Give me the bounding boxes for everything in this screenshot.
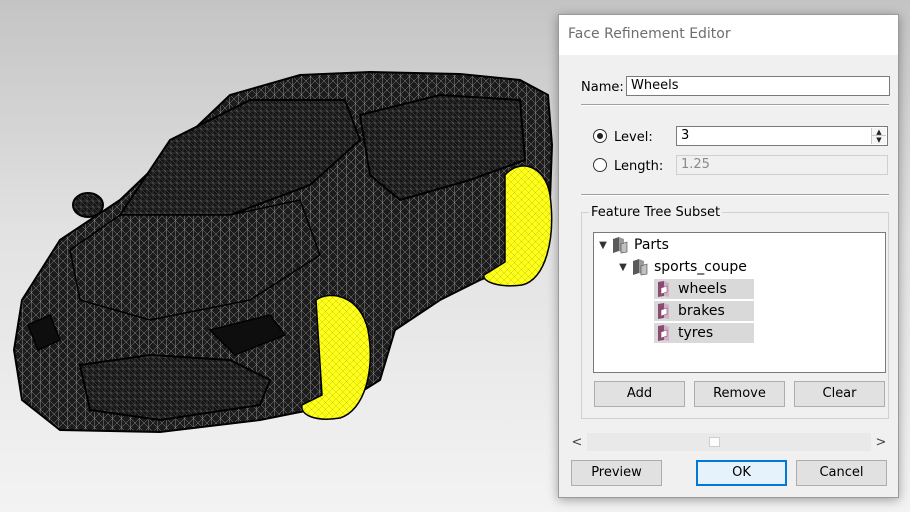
chevron-down-icon[interactable]: ▼ bbox=[596, 240, 610, 251]
tree-node-sports-coupe[interactable]: ▼ sports_coupe bbox=[616, 257, 753, 277]
level-spinbox[interactable]: 3 ▲ ▼ bbox=[676, 126, 888, 146]
tree-label-sports-coupe: sports_coupe bbox=[654, 259, 747, 275]
tree-label-parts: Parts bbox=[634, 237, 669, 253]
level-label: Level: bbox=[614, 130, 653, 145]
car-mirror bbox=[72, 192, 104, 218]
divider-middle bbox=[581, 194, 889, 196]
clear-button[interactable]: Clear bbox=[794, 381, 885, 407]
chevron-down-icon[interactable]: ▼ bbox=[616, 262, 630, 273]
part-icon bbox=[658, 281, 669, 297]
name-label: Name: bbox=[581, 80, 624, 95]
tree-label-brakes: brakes bbox=[678, 303, 725, 319]
spin-up-icon[interactable]: ▲ bbox=[872, 128, 886, 136]
scrollbar-thumb[interactable] bbox=[709, 437, 720, 447]
level-value: 3 bbox=[681, 128, 690, 143]
divider-top bbox=[581, 104, 889, 106]
length-label: Length: bbox=[614, 159, 664, 174]
preview-button[interactable]: Preview bbox=[571, 460, 662, 486]
level-spin-buttons[interactable]: ▲ ▼ bbox=[871, 128, 886, 144]
level-radio[interactable] bbox=[593, 129, 607, 143]
tree-label-tyres: tyres bbox=[678, 325, 714, 341]
length-radio[interactable] bbox=[593, 158, 607, 172]
cancel-button[interactable]: Cancel bbox=[796, 460, 887, 486]
dialog-title: Face Refinement Editor bbox=[568, 26, 731, 42]
add-button[interactable]: Add bbox=[594, 381, 685, 407]
face-refinement-dialog: Face Refinement Editor Name: Wheels Leve… bbox=[558, 14, 899, 498]
assembly-icon bbox=[613, 237, 628, 254]
scroll-left-icon[interactable]: < bbox=[567, 435, 587, 450]
ok-button[interactable]: OK bbox=[696, 460, 787, 486]
assembly-icon bbox=[633, 259, 648, 276]
tree-node-wheels[interactable]: wheels bbox=[654, 279, 754, 299]
dialog-titlebar[interactable]: Face Refinement Editor bbox=[559, 15, 898, 55]
remove-button[interactable]: Remove bbox=[694, 381, 785, 407]
horizontal-scrollbar[interactable]: < > bbox=[567, 432, 891, 452]
feature-tree-group-title: Feature Tree Subset bbox=[589, 205, 723, 220]
tree-label-wheels: wheels bbox=[678, 281, 727, 297]
tree-node-brakes[interactable]: brakes bbox=[654, 301, 754, 321]
part-icon bbox=[658, 303, 669, 319]
tree-node-parts[interactable]: ▼ Parts bbox=[596, 235, 675, 255]
feature-tree[interactable]: ▼ Parts ▼ sports_coupe wheels brakes tyr… bbox=[593, 232, 886, 373]
name-input[interactable]: Wheels bbox=[626, 76, 890, 96]
scrollbar-track[interactable] bbox=[587, 433, 871, 451]
spin-down-icon[interactable]: ▼ bbox=[872, 136, 886, 144]
length-input: 1.25 bbox=[676, 155, 888, 175]
part-icon bbox=[658, 325, 669, 341]
scroll-right-icon[interactable]: > bbox=[871, 435, 891, 450]
tree-node-tyres[interactable]: tyres bbox=[654, 323, 754, 343]
